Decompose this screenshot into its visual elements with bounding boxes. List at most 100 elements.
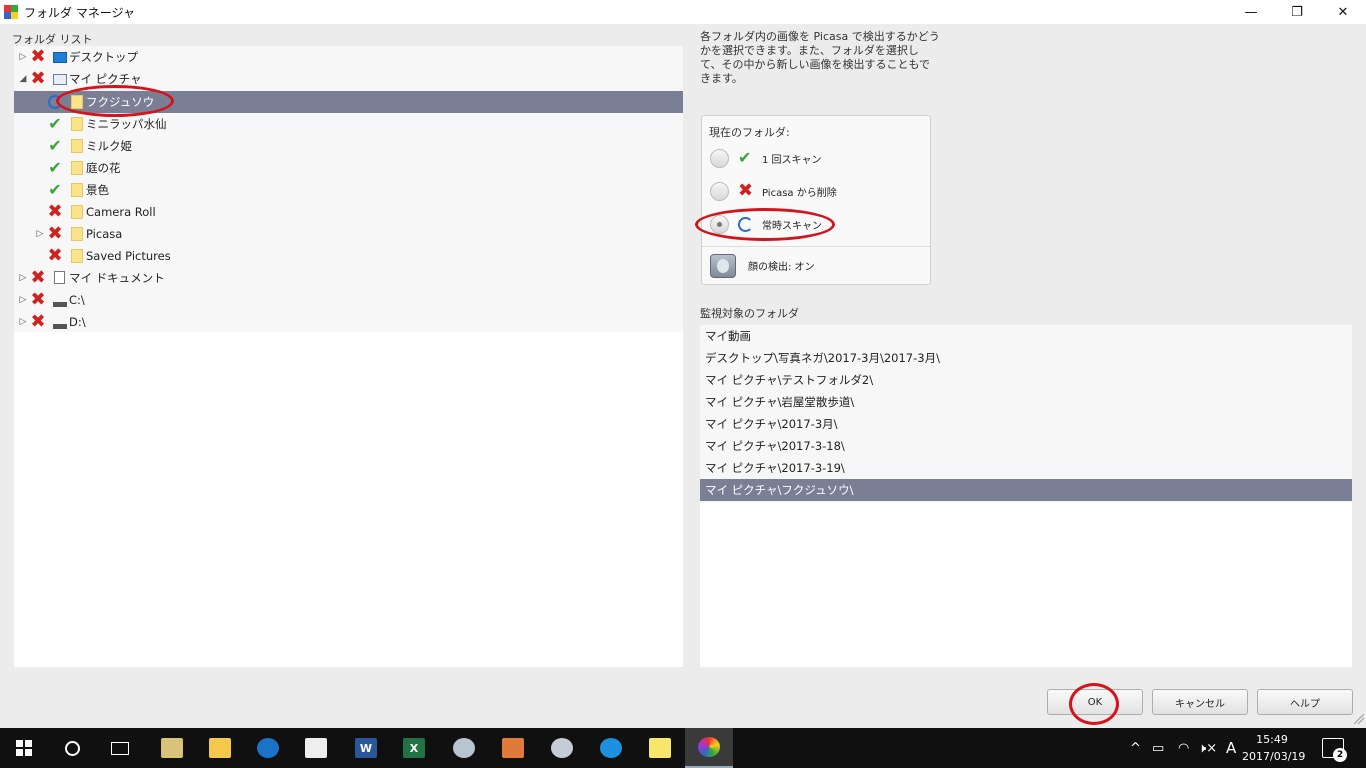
taskbar-explorer[interactable]	[196, 728, 244, 768]
tree-item-keshiki[interactable]: ✔ 景色	[14, 179, 683, 201]
file-explorer-icon	[209, 738, 231, 758]
folder-icon	[71, 95, 83, 109]
ie-icon	[600, 738, 622, 758]
option-label: Picasa から削除	[762, 187, 837, 199]
start-button[interactable]	[0, 728, 48, 768]
wifi-icon[interactable]: ◠	[1178, 728, 1189, 768]
watch-radio[interactable]	[710, 214, 729, 234]
sync-icon	[738, 217, 753, 232]
tree-item-saved-pictures[interactable]: ✖ Saved Pictures	[14, 245, 683, 267]
face-detection-icon	[710, 254, 736, 278]
watched-folder-item-selected[interactable]: マイ ピクチャ\フクジュソウ\	[700, 479, 1352, 501]
collapse-arrow-icon[interactable]: ◢	[18, 74, 28, 84]
tree-item-label: マイ ピクチャ	[69, 72, 142, 86]
window-title: フォルダ マネージャ	[24, 5, 135, 20]
taskbar-paint[interactable]	[440, 728, 488, 768]
tree-item-mini-rappa[interactable]: ✔ ミニラッパ水仙	[14, 113, 683, 135]
expand-arrow-icon[interactable]: ▷	[18, 295, 28, 305]
expand-arrow-icon[interactable]: ▷	[35, 229, 45, 239]
tree-item-drive-d[interactable]: ▷ ✖ D:\	[14, 311, 683, 333]
folder-icon	[71, 139, 83, 153]
word-icon: W	[355, 738, 377, 758]
desktop-icon	[53, 52, 67, 63]
tree-item-picasa[interactable]: ▷ ✖ Picasa	[14, 223, 683, 245]
task-view-button[interactable]	[96, 728, 144, 768]
cancel-button[interactable]: キャンセル	[1152, 689, 1248, 715]
tree-item-my-pictures[interactable]: ◢ ✖ マイ ピクチャ	[14, 68, 683, 90]
tree-item-label: マイ ドキュメント	[69, 271, 165, 285]
restore-button[interactable]: ❐	[1274, 0, 1320, 24]
watched-folder-item[interactable]: マイ ピクチャ\テストフォルダ2\	[700, 369, 1352, 391]
search-button[interactable]	[48, 728, 96, 768]
tree-item-label: D:\	[69, 315, 86, 329]
taskbar-toolbox[interactable]	[489, 728, 537, 768]
mail-icon	[161, 738, 183, 758]
option-watch[interactable]: 常時スキャン	[702, 210, 930, 238]
taskbar-ie[interactable]	[587, 728, 635, 768]
battery-icon[interactable]: ▭	[1152, 728, 1164, 768]
resize-grip-icon[interactable]	[1354, 714, 1364, 724]
ok-button[interactable]: OK	[1047, 689, 1143, 715]
tree-item-label: Saved Pictures	[86, 249, 171, 263]
remove-radio[interactable]	[710, 181, 729, 201]
taskbar-tool[interactable]	[538, 728, 586, 768]
tree-item-desktop[interactable]: ▷ ✖ デスクトップ	[14, 46, 683, 68]
store-icon	[305, 738, 327, 758]
folder-icon	[71, 117, 83, 131]
face-detection-row[interactable]: 顔の検出: オン	[702, 246, 930, 284]
expand-arrow-icon[interactable]: ▷	[18, 52, 28, 62]
folder-list-label: フォルダ リスト	[12, 33, 93, 46]
expand-arrow-icon[interactable]: ▷	[18, 317, 28, 327]
tree-item-niwa-no-hana[interactable]: ✔ 庭の花	[14, 157, 683, 179]
edge-icon	[257, 738, 279, 758]
option-remove[interactable]: ✖ Picasa から削除	[702, 177, 930, 205]
taskbar-picasa[interactable]	[685, 728, 733, 768]
taskbar-edge[interactable]	[244, 728, 292, 768]
tree-item-label: 庭の花	[86, 161, 121, 175]
tree-item-my-documents[interactable]: ▷ ✖ マイ ドキュメント	[14, 267, 683, 289]
tree-item-camera-roll[interactable]: ✖ Camera Roll	[14, 201, 683, 223]
minimize-button[interactable]: —	[1228, 0, 1274, 24]
taskbar: W X ^ ▭ ◠ 🕨× A 15:49 2017/03/19 2	[0, 728, 1366, 768]
taskbar-sticky-notes[interactable]	[636, 728, 684, 768]
x-icon: ✖	[30, 46, 46, 67]
cortana-icon	[64, 740, 80, 756]
tree-item-label: フクジュソウ	[86, 95, 155, 109]
option-label: 1 回スキャン	[762, 154, 822, 166]
drive-icon	[53, 324, 67, 329]
watched-folder-item[interactable]: マイ ピクチャ\2017-3-19\	[700, 457, 1352, 479]
watched-folder-item[interactable]: マイ ピクチャ\岩屋堂散歩道\	[700, 391, 1352, 413]
watched-folder-item[interactable]: マイ ピクチャ\2017-3-18\	[700, 435, 1352, 457]
watched-folder-item[interactable]: マイ動画	[700, 325, 1352, 347]
watched-folders-label: 監視対象のフォルダ	[700, 307, 799, 320]
tree-item-fukujusou[interactable]: フクジュソウ	[14, 91, 683, 113]
option-label: 常時スキャン	[762, 220, 822, 232]
watched-folder-item[interactable]: マイ ピクチャ\2017-3月\	[700, 413, 1352, 435]
task-view-icon	[111, 741, 129, 755]
paint-icon	[453, 738, 475, 758]
folder-tree[interactable]: ▷ ✖ デスクトップ ◢ ✖ マイ ピクチャ フクジュソウ ✔ ミニラッパ水仙 …	[14, 46, 683, 667]
taskbar-store[interactable]	[292, 728, 340, 768]
tree-item-milk-hime[interactable]: ✔ ミルク姫	[14, 135, 683, 157]
current-folder-box: 現在のフォルダ: ✔ 1 回スキャン ✖ Picasa から削除 常時スキャン …	[701, 115, 931, 285]
taskbar-word[interactable]: W	[342, 728, 390, 768]
tree-item-label: デスクトップ	[69, 50, 138, 64]
tree-item-drive-c[interactable]: ▷ ✖ C:\	[14, 289, 683, 311]
watched-folders-list[interactable]: マイ動画 デスクトップ\写真ネガ\2017-3月\2017-3月\ マイ ピクチ…	[700, 325, 1352, 667]
help-button[interactable]: ヘルプ	[1257, 689, 1353, 715]
ime-indicator[interactable]: A	[1226, 728, 1236, 768]
clock[interactable]: 15:49 2017/03/19	[1242, 731, 1305, 765]
picasa-icon	[698, 737, 720, 757]
volume-muted-icon[interactable]: 🕨×	[1198, 728, 1217, 768]
picasa-app-icon	[4, 5, 18, 19]
folder-icon	[71, 249, 83, 263]
taskbar-excel[interactable]: X	[390, 728, 438, 768]
scan-once-radio[interactable]	[710, 148, 729, 168]
tray-chevron-icon[interactable]: ^	[1130, 728, 1141, 768]
close-button[interactable]: ✕	[1320, 0, 1366, 24]
taskbar-mail[interactable]	[148, 728, 196, 768]
option-scan-once[interactable]: ✔ 1 回スキャン	[702, 144, 930, 172]
expand-arrow-icon[interactable]: ▷	[18, 273, 28, 283]
watched-folder-item[interactable]: デスクトップ\写真ネガ\2017-3月\2017-3月\	[700, 347, 1352, 369]
current-folder-label: 現在のフォルダ:	[709, 126, 790, 139]
